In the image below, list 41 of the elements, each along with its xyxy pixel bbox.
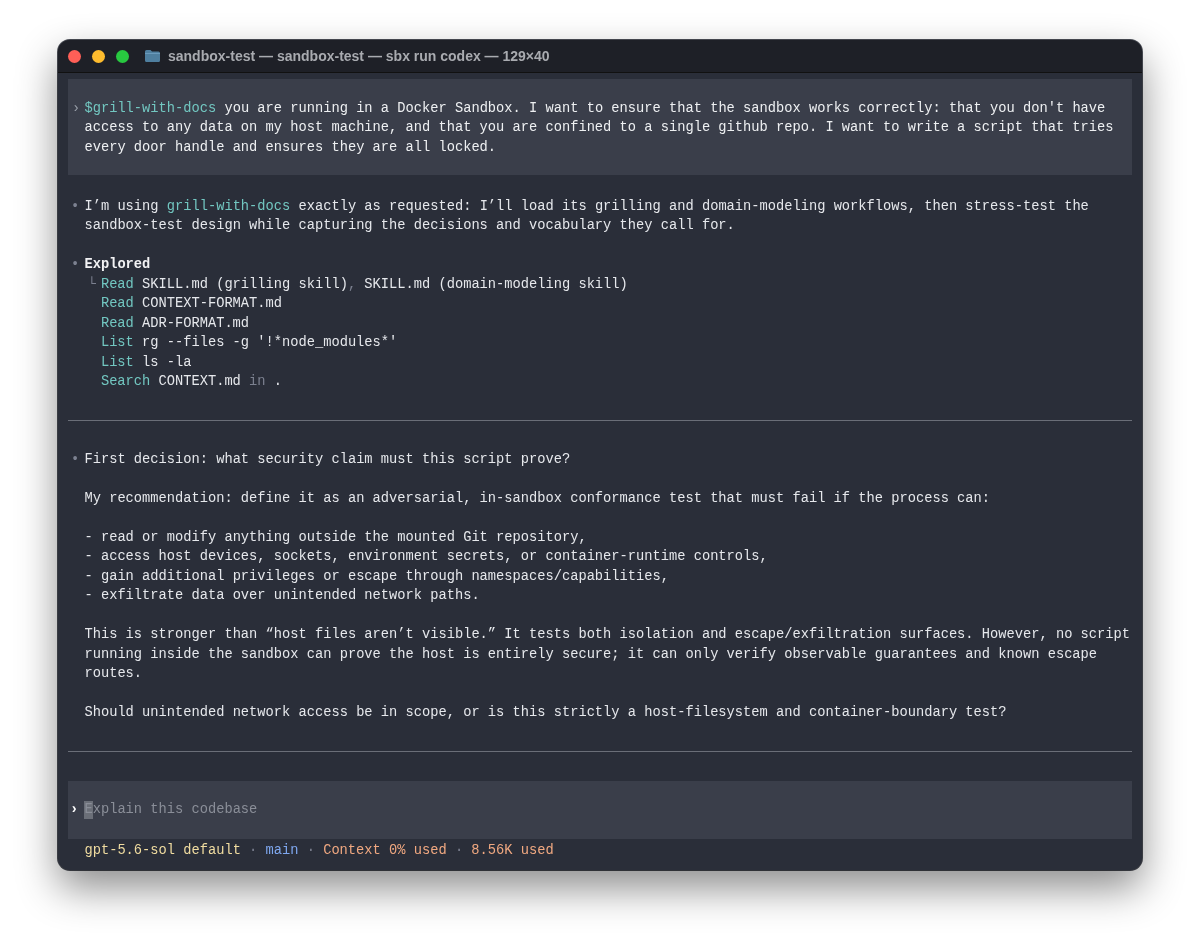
list-item-text: - exfiltrate data over unintended network paths. <box>84 587 481 605</box>
tool-group-title: Explored <box>84 256 152 274</box>
minimize-button[interactable] <box>92 49 105 63</box>
tool-argument: CONTEXT.md in . <box>158 373 283 391</box>
bullet: • <box>70 256 81 274</box>
prompt-marker: › <box>71 99 82 118</box>
tool-verb: Search <box>100 373 151 391</box>
status-separator: · <box>306 841 315 860</box>
status-item: main <box>265 841 299 860</box>
message-text: This is stronger than “host files aren’t visible.” It tests both isolation and escape/exfiltration surfaces. However, no script running inside the sandbox can prove the host is entirely secure; it can only verify observable guarantees and known escape routes. <box>84 626 1130 683</box>
list-item-text: - read or modify anything outside the mounted Git repository, <box>84 528 588 547</box>
tool-verb: List <box>100 334 134 352</box>
tree-branch: └ <box>86 275 97 294</box>
tool-verb: List <box>100 353 134 372</box>
tool-verb: Read <box>100 295 134 313</box>
status-separator: · <box>249 841 258 860</box>
prompt-message-text: $grill-with-docs you are running in a Docker Sandbox. I want to ensure that the sandbox works correctly: that you don't have access to any data on my host machine, and that you are confined to a single github repo. I want to write a script that tries every door handle and ensures they are all locked. <box>84 99 1115 157</box>
bullet: • <box>70 450 81 469</box>
status-item: 8.56K used <box>471 841 554 860</box>
status-item: gpt-5.6-sol default <box>84 841 241 860</box>
tool-argument: rg --files -g '!*node_modules*' <box>142 334 398 352</box>
tool-argument: ADR-FORMAT.md <box>142 314 250 333</box>
message-text: First decision: what security claim must this script prove? <box>84 450 572 469</box>
window-title: sandbox-test — sandbox-test — sbx run codex — 129×40 <box>168 48 550 64</box>
list-item-text: - access host devices, sockets, environment secrets, or container-runtime controls, <box>84 548 769 566</box>
list-item-text: - gain additional privileges or escape through namespaces/capabilities, <box>84 567 670 586</box>
tool-verb: Read <box>100 275 134 294</box>
message-text: My recommendation: define it as an adversarial, in-sandbox conformance test that must fail if the process can: <box>84 489 992 508</box>
tool-verb: Read <box>100 314 134 333</box>
tool-argument: CONTEXT-FORMAT.md <box>142 295 283 313</box>
folder-icon <box>145 50 160 62</box>
prompt-marker: › <box>69 800 80 819</box>
close-button[interactable] <box>68 49 81 63</box>
message-text: Should unintended network access be in scope, or is this strictly a host-filesystem and container-boundary test? <box>84 704 1008 722</box>
tool-argument: ls -la <box>142 353 192 372</box>
bullet: • <box>70 197 81 216</box>
message-text: I’m using grill-with-docs exactly as requested: I’ll load its grilling and domain-modeling workflows, then stress-test the sandbox-test design while capturing the decisions and vocabulary they call for. <box>84 197 1090 235</box>
status-separator: · <box>454 841 464 860</box>
zoom-button[interactable] <box>116 49 129 63</box>
tool-argument: SKILL.md (grilling skill), SKILL.md (domain-modeling skill) <box>142 275 628 294</box>
status-item: Context 0% used <box>323 841 447 860</box>
